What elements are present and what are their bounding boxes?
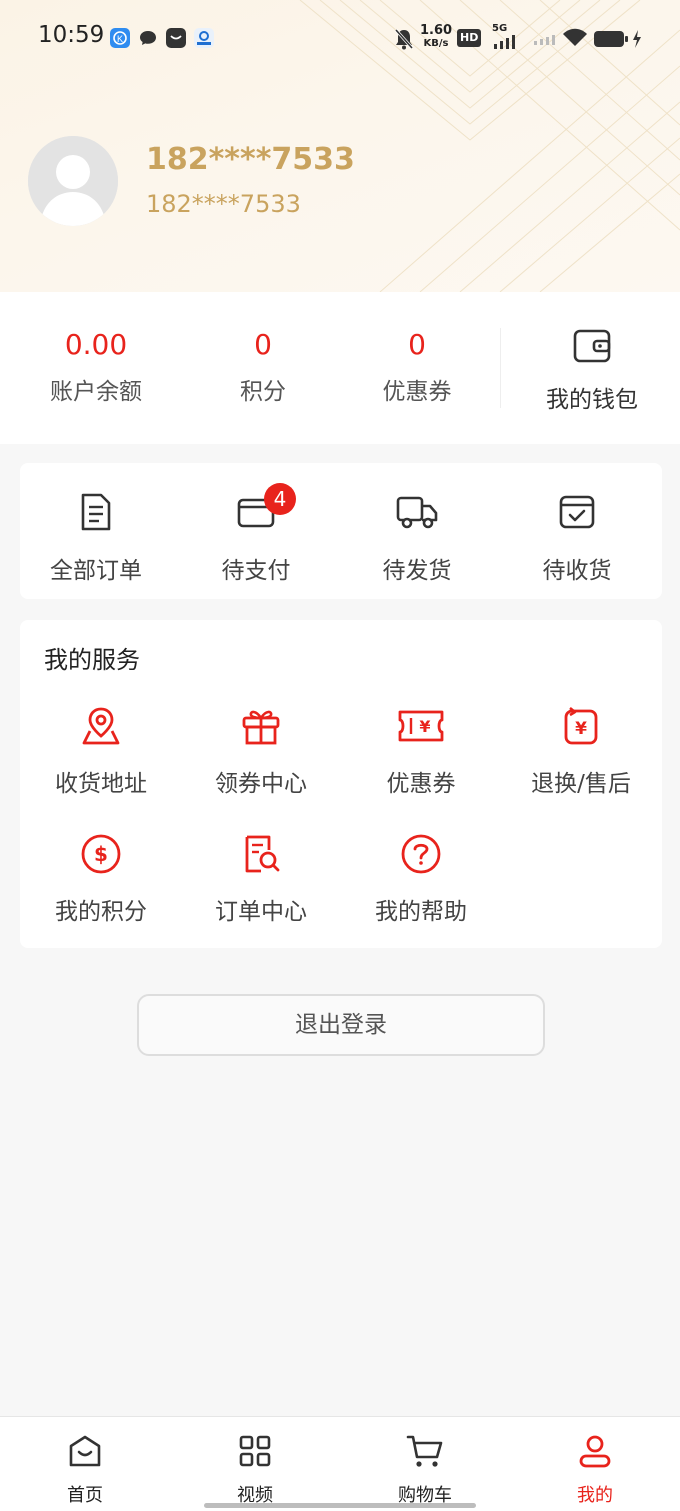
tab-home[interactable]: 首页 (25, 1433, 145, 1507)
signal-icon: 5G (492, 24, 520, 52)
cart-icon (365, 1433, 485, 1469)
hd-icon: HD (457, 29, 482, 47)
user-phone: 182****7533 (146, 190, 301, 218)
wallet-label: 我的钱包 (546, 387, 638, 413)
mail-icon (166, 28, 186, 48)
network-type: 5G (492, 23, 508, 34)
tab-video[interactable]: 视频 (195, 1433, 315, 1507)
mute-bell-icon (394, 28, 414, 56)
speed-unit: KB/s (423, 38, 449, 49)
tab-cart[interactable]: 购物车 (365, 1433, 485, 1507)
coupons-label: 优惠券 (382, 379, 452, 405)
home-indicator[interactable] (204, 1503, 476, 1508)
network-speed: 1.60 KB/s (420, 24, 452, 52)
user-icon (535, 1433, 655, 1469)
map-pin-icon (21, 704, 181, 748)
message-icon (138, 28, 158, 48)
pending-payment-label: 待支付 (221, 558, 291, 584)
ticket-icon: ¥ (341, 704, 501, 748)
charging-icon (632, 30, 642, 58)
all-orders-button[interactable]: 全部订单 (16, 491, 176, 585)
divider (500, 328, 501, 408)
svg-text:¥: ¥ (575, 719, 587, 739)
svg-text:$: $ (94, 842, 108, 866)
gift-icon (181, 704, 341, 748)
wallet-card-icon: 4 (176, 483, 336, 533)
my-help-label: 我的帮助 (375, 899, 467, 925)
my-points-label: 我的积分 (55, 899, 147, 925)
shipping-address-label: 收货地址 (55, 771, 147, 797)
order-search-icon (181, 832, 341, 876)
battery-icon (593, 30, 629, 58)
coupons-label: 优惠券 (386, 771, 456, 797)
wifi-icon (562, 28, 588, 56)
services-card: 我的服务 收货地址 领券中心 ¥ 优惠券 ¥ 退换/售后 $ 我的积分 订单中心 (20, 620, 662, 948)
order-center-label: 订单中心 (215, 899, 307, 925)
my-help-button[interactable]: 我的帮助 (341, 832, 501, 926)
svg-text:K: K (117, 34, 123, 44)
default-avatar-icon (28, 136, 118, 226)
pending-receipt-button[interactable]: 待收货 (497, 491, 657, 585)
pending-payment-badge: 4 (264, 483, 296, 515)
signal-2-icon (533, 32, 557, 60)
status-bar: 10:59 K 1.60 KB/s HD 5G (0, 0, 680, 78)
user-name: 182****7533 (146, 142, 355, 177)
my-wallet-button[interactable]: 我的钱包 (522, 326, 662, 414)
speed-value: 1.60 (420, 23, 453, 38)
services-title: 我的服务 (44, 646, 140, 674)
order-center-button[interactable]: 订单中心 (181, 832, 341, 926)
svg-text:¥: ¥ (419, 717, 430, 736)
my-points-button[interactable]: $ 我的积分 (21, 832, 181, 926)
coupons-value: 0 (408, 328, 426, 361)
truck-icon (337, 491, 497, 533)
tab-mine-label: 我的 (577, 1485, 613, 1506)
returns-button[interactable]: ¥ 退换/售后 (501, 704, 661, 798)
help-circle-icon (341, 832, 501, 876)
account-stats-card: 0.00 账户余额 0 积分 0 优惠券 我的钱包 (0, 292, 680, 444)
status-time: 10:59 (38, 22, 105, 48)
app-k-icon: K (110, 28, 130, 48)
points-label: 积分 (240, 379, 286, 405)
dollar-circle-icon: $ (21, 832, 181, 876)
balance-label: 账户余额 (50, 379, 142, 405)
coupons-stat[interactable]: 0 优惠券 (337, 328, 497, 406)
balance-value: 0.00 (64, 328, 128, 361)
refund-icon: ¥ (501, 704, 661, 748)
all-orders-label: 全部订单 (50, 558, 142, 584)
coupon-center-button[interactable]: 领券中心 (181, 704, 341, 798)
home-icon (25, 1433, 145, 1469)
pending-shipment-button[interactable]: 待发货 (337, 491, 497, 585)
points-value: 0 (254, 328, 272, 361)
orders-card: 全部订单 4 待支付 待发货 待收货 (20, 463, 662, 599)
pending-receipt-label: 待收货 (542, 558, 612, 584)
tab-home-label: 首页 (67, 1485, 103, 1506)
bottom-tab-bar: 首页 视频 购物车 我的 (0, 1416, 680, 1511)
logout-button[interactable]: 退出登录 (137, 994, 545, 1056)
grid-icon (195, 1433, 315, 1469)
tab-mine[interactable]: 我的 (535, 1433, 655, 1507)
coupons-button[interactable]: ¥ 优惠券 (341, 704, 501, 798)
shipping-address-button[interactable]: 收货地址 (21, 704, 181, 798)
box-check-icon (497, 491, 657, 533)
document-icon (16, 491, 176, 533)
points-stat[interactable]: 0 积分 (183, 328, 343, 406)
wallet-icon (522, 326, 662, 366)
pending-payment-button[interactable]: 4 待支付 (176, 483, 336, 585)
app-c-icon (194, 28, 214, 48)
pending-shipment-label: 待发货 (382, 558, 452, 584)
avatar[interactable] (28, 136, 118, 226)
balance-stat[interactable]: 0.00 账户余额 (16, 328, 176, 406)
coupon-center-label: 领券中心 (215, 771, 307, 797)
returns-label: 退换/售后 (531, 771, 631, 797)
